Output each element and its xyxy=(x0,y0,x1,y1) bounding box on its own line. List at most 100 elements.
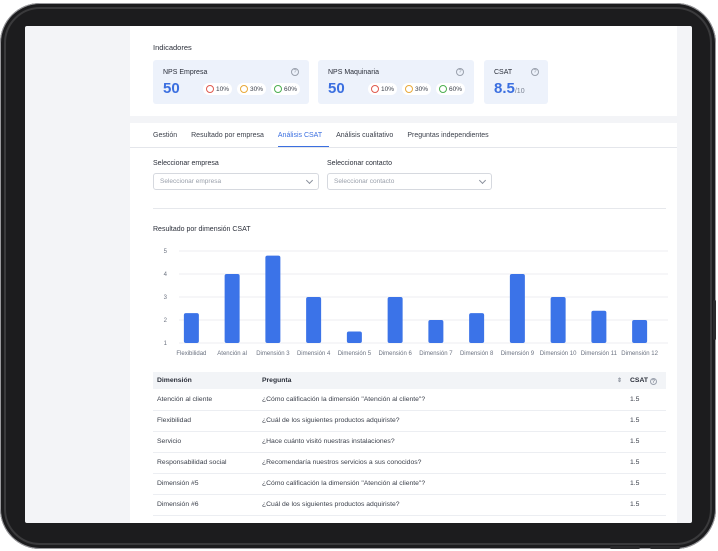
section-divider xyxy=(153,208,666,209)
app-screen: Indicadores NPS Empresa ? 50 10% 30% 60%… xyxy=(25,26,692,523)
x-tick-label: Flexibilidad xyxy=(176,351,206,357)
x-tick-label: Dimensión 5 xyxy=(338,351,372,357)
tablet-side-button xyxy=(713,300,716,340)
help-icon[interactable]: ? xyxy=(531,68,539,76)
tablet-volume-button-2 xyxy=(650,546,680,549)
detractors-pct: 10% xyxy=(368,83,398,95)
contact-select[interactable]: Seleccionar contacto xyxy=(327,173,492,190)
column-header-dimension[interactable]: Dimensión xyxy=(153,372,258,389)
chart-title: Resultado por dimensión CSAT xyxy=(153,226,251,233)
tab-bar: Gestión Resultado por empresa Análisis C… xyxy=(153,129,503,147)
table-header-row: Dimensión Pregunta ⇕ CSAT ? xyxy=(153,372,666,389)
tab-resultado-por-empresa[interactable]: Resultado por empresa xyxy=(191,129,271,147)
bar-11[interactable] xyxy=(591,310,607,343)
help-icon[interactable]: ? xyxy=(291,68,299,76)
x-tick-label: Atención al xyxy=(217,351,247,357)
detractors-pct: 10% xyxy=(203,83,233,95)
cell-csat: 1.5 xyxy=(626,452,666,474)
tab-analisis-csat[interactable]: Análisis CSAT xyxy=(277,129,330,147)
x-tick-label: Dimensión 11 xyxy=(581,351,618,357)
company-select-placeholder: Seleccionar empresa xyxy=(160,178,222,185)
company-select[interactable]: Seleccionar empresa xyxy=(153,173,319,190)
chevron-down-icon xyxy=(305,176,314,185)
table-row[interactable]: Dimensión #5 ¿Cómo calificación la dimens… xyxy=(153,473,666,495)
cell-dimension: Responsabilidad social xyxy=(153,452,258,474)
cell-dimension: Flexibilidad xyxy=(153,410,258,432)
cell-csat: 1.5 xyxy=(626,389,666,411)
x-tick-label: Dimensión 10 xyxy=(540,351,577,357)
bar-2[interactable] xyxy=(224,274,240,343)
kpi-value: 50 xyxy=(163,80,180,97)
csat-bar-chart: 5 4 3 2 1 Flexibilidad Atención al Dimensión 3 D… xyxy=(164,249,668,357)
kpi-card-nps-maquinaria: NPS Maquinaria ? 50 10% 30% 60% xyxy=(318,60,474,104)
happy-face-icon xyxy=(274,85,282,93)
company-select-label: Seleccionar empresa xyxy=(153,160,219,167)
neutral-face-icon xyxy=(405,85,413,93)
cell-question: ¿Cómo calificación la dimensión "Atenció… xyxy=(258,389,626,411)
table-row[interactable]: Servicio ¿Hace cuánto visitó nuestras ins… xyxy=(153,431,666,453)
contact-select-placeholder: Seleccionar contacto xyxy=(334,178,395,185)
cell-csat: 1.5 xyxy=(626,473,666,495)
indicators-panel: Indicadores NPS Empresa ? 50 10% 30% 60%… xyxy=(130,26,677,116)
bar-8[interactable] xyxy=(469,313,485,343)
bar-1[interactable] xyxy=(183,313,199,343)
bar-4[interactable] xyxy=(306,297,322,343)
table-row[interactable]: Responsabilidad social ¿Recomendaría nues… xyxy=(153,452,666,474)
table-row[interactable]: Dimensión #6 ¿Cuál de los siguientes prod… xyxy=(153,494,666,516)
cell-csat: 1.5 xyxy=(626,410,666,432)
column-header-csat[interactable]: CSAT ? xyxy=(626,372,666,389)
x-tick-label: Dimensión 7 xyxy=(419,351,453,357)
cell-question: ¿Cuál de los siguientes productos adquir… xyxy=(258,410,626,432)
bar-10[interactable] xyxy=(550,297,566,343)
y-tick-label: 4 xyxy=(164,272,168,278)
kpi-title: NPS Maquinaria xyxy=(328,69,379,76)
table-row[interactable]: Flexibilidad ¿Cuál de los siguientes prod… xyxy=(153,410,666,432)
promoters-pct: 60% xyxy=(436,83,466,95)
y-tick-label: 2 xyxy=(164,318,168,324)
y-tick-label: 3 xyxy=(164,295,168,301)
neutral-face-icon xyxy=(240,85,248,93)
cell-dimension: Dimensión #6 xyxy=(153,494,258,516)
cell-question: ¿Hace cuánto visitó nuestras instalacion… xyxy=(258,431,626,453)
cell-question: ¿Cómo calificación la dimensión "Atenció… xyxy=(258,473,626,495)
cell-dimension: Dimensión #5 xyxy=(153,473,258,495)
y-tick-label: 5 xyxy=(164,249,168,255)
column-header-question[interactable]: Pregunta ⇕ xyxy=(258,372,626,389)
kpi-title: CSAT xyxy=(494,69,513,76)
bar-5[interactable] xyxy=(346,331,362,344)
kpi-value: 8.5/10 xyxy=(494,80,525,97)
bar-12[interactable] xyxy=(632,320,648,343)
promoters-pct: 60% xyxy=(271,83,301,95)
sad-face-icon xyxy=(371,85,379,93)
x-tick-label: Dimensión 8 xyxy=(460,351,494,357)
bar-6[interactable] xyxy=(387,297,403,343)
sort-icon[interactable]: ⇕ xyxy=(617,377,622,384)
x-tick-label: Dimensión 4 xyxy=(297,351,331,357)
table-row[interactable]: Atención al cliente ¿Cómo calificación la… xyxy=(153,389,666,411)
bar-7[interactable] xyxy=(428,320,444,343)
chevron-down-icon xyxy=(478,176,487,185)
kpi-title: NPS Empresa xyxy=(163,69,208,76)
cell-question: ¿Cuál de los siguientes productos adquir… xyxy=(258,494,626,516)
tab-gestion[interactable]: Gestión xyxy=(153,129,184,147)
passives-pct: 30% xyxy=(237,83,267,95)
indicators-title: Indicadores xyxy=(153,43,192,52)
y-tick-label: 1 xyxy=(164,341,168,347)
cell-dimension: Atención al cliente xyxy=(153,389,258,411)
tab-preguntas-independientes[interactable]: Preguntas independientes xyxy=(407,129,495,147)
cell-csat: 1.5 xyxy=(626,431,666,453)
x-tick-label: Dimensión 6 xyxy=(378,351,412,357)
tab-analisis-cualitativo[interactable]: Análisis cualitativo xyxy=(336,129,400,147)
contact-select-label: Seleccionar contacto xyxy=(327,160,392,167)
bar-3[interactable] xyxy=(265,255,281,343)
kpi-value: 50 xyxy=(328,80,345,97)
bar-9[interactable] xyxy=(509,274,525,343)
kpi-card-nps-empresa: NPS Empresa ? 50 10% 30% 60% xyxy=(153,60,309,104)
passives-pct: 30% xyxy=(402,83,432,95)
csat-table: Dimensión Pregunta ⇕ CSAT ? Atención al c… xyxy=(153,372,666,516)
x-tick-label: Dimensión 9 xyxy=(501,351,535,357)
cell-question: ¿Recomendaría nuestros servicios a sus c… xyxy=(258,452,626,474)
help-icon[interactable]: ? xyxy=(649,378,657,386)
sad-face-icon xyxy=(206,85,214,93)
help-icon[interactable]: ? xyxy=(456,68,464,76)
